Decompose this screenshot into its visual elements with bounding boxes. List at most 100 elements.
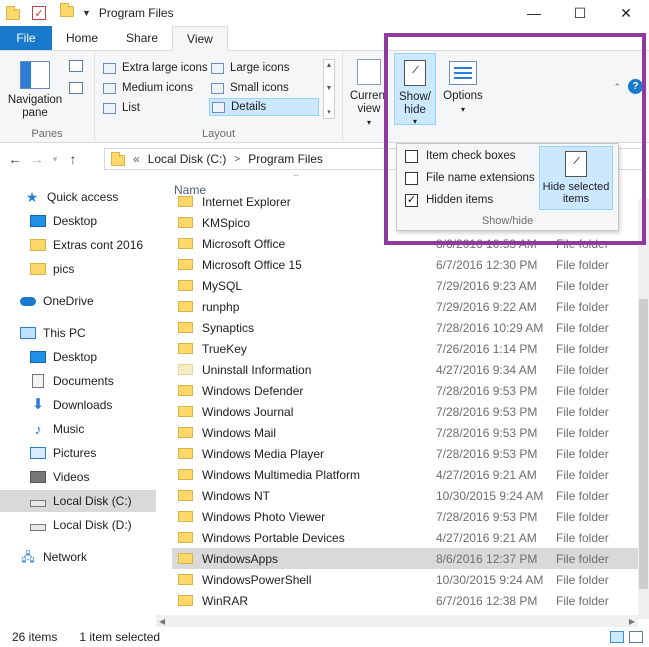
show-hide-group-label: Show/hide — [481, 215, 534, 227]
sidebar-item-extras-cont-2016[interactable]: Extras cont 2016 — [0, 234, 156, 256]
table-row[interactable]: WindowsPowerShell 10/30/2015 9:24 AM File … — [172, 569, 639, 590]
table-row[interactable]: runphp 7/29/2016 9:22 AM File folder — [172, 296, 639, 317]
table-row[interactable]: Windows Multimedia Platform 4/27/2016 9:2… — [172, 464, 639, 485]
table-row[interactable]: Synaptics 7/28/2016 10:29 AM File folder — [172, 317, 639, 338]
address-overflow-icon[interactable]: « — [133, 152, 140, 166]
table-row[interactable]: Windows Defender 7/28/2016 9:53 PM File fo… — [172, 380, 639, 401]
folder-icon — [178, 490, 193, 501]
properties-check-icon[interactable]: ✓ — [32, 6, 46, 20]
file-name: Microsoft Office — [202, 236, 286, 251]
sidebar-item-downloads[interactable]: ⬇ Downloads — [0, 394, 156, 416]
sidebar-item-videos[interactable]: Videos — [0, 466, 156, 488]
customize-toolbar-chevron-icon[interactable]: ▼ — [82, 8, 91, 18]
forward-arrow-icon[interactable]: → — [26, 151, 48, 167]
sidebar-item-local-disk-c[interactable]: Local Disk (C:) — [0, 490, 156, 512]
hidden-items-checkbox[interactable]: ✓ — [405, 193, 418, 207]
navigation-pane-button[interactable]: Navigation pane — [4, 61, 66, 120]
sidebar-item-desktop-quick[interactable]: Desktop — [0, 210, 156, 232]
maximize-button[interactable]: ☐ — [557, 0, 603, 26]
item-check-boxes-checkbox[interactable] — [405, 149, 418, 163]
file-date-modified: 10/30/2015 9:24 AM — [436, 572, 544, 587]
options-button[interactable]: Options ▾ — [440, 61, 486, 116]
file-name-extensions-checkbox[interactable] — [405, 171, 418, 185]
scroll-left-icon[interactable]: ◀ — [159, 617, 165, 626]
sidebar-item-this-pc[interactable]: This PC — [0, 322, 156, 344]
tab-view[interactable]: View — [172, 26, 228, 51]
ribbon: Navigation pane Panes Extra large icons … — [0, 51, 649, 143]
show-hide-dropdown: Item check boxes File name extensions ✓ … — [396, 143, 619, 231]
details-view-icon[interactable] — [610, 631, 624, 643]
breadcrumb-separator-icon[interactable]: > — [234, 154, 240, 165]
expand-icon[interactable]: ▾ — [327, 108, 331, 116]
breadcrumb-program-files[interactable]: Program Files — [248, 152, 323, 166]
current-view-label: Current view — [349, 90, 389, 115]
recent-locations-chevron-icon[interactable]: ▾ — [48, 154, 62, 165]
sidebar-item-quick-access[interactable]: ★ Quick access — [0, 186, 156, 208]
file-name: MySQL — [202, 278, 243, 293]
table-row[interactable]: WinRAR 6/7/2016 12:38 PM File folder — [172, 590, 639, 611]
file-name-extensions-option[interactable]: File name extensions — [405, 169, 535, 187]
scroll-down-icon[interactable]: ▼ — [326, 85, 333, 92]
item-check-boxes-option[interactable]: Item check boxes — [405, 147, 515, 165]
sort-ascending-icon: ⌃ — [292, 175, 301, 184]
panes-group: Navigation pane Panes — [0, 51, 95, 143]
tab-home[interactable]: Home — [52, 26, 112, 50]
file-date-modified: 4/27/2016 9:21 AM — [436, 467, 537, 482]
tab-file[interactable]: File — [0, 26, 52, 50]
options-label: Options — [443, 90, 483, 102]
folder-icon — [178, 196, 193, 207]
up-arrow-icon[interactable]: ↑ — [62, 151, 84, 167]
table-row[interactable]: MySQL 7/29/2016 9:23 AM File folder — [172, 275, 639, 296]
help-icon[interactable]: ? — [628, 79, 643, 94]
table-row[interactable]: Microsoft Office 15 6/7/2016 12:30 PM File… — [172, 254, 639, 275]
tab-share[interactable]: Share — [112, 26, 172, 50]
table-row[interactable]: Windows Media Player 7/28/2016 9:53 PM Fil… — [172, 443, 639, 464]
layout-large-icons[interactable]: Large icons — [211, 59, 319, 77]
horizontal-scrollbar[interactable]: ◀ ▶ — [156, 615, 638, 627]
back-arrow-icon[interactable]: ← — [4, 151, 26, 167]
show-hide-button[interactable]: Show/ hide ▾ — [394, 53, 436, 126]
table-row[interactable]: Windows Mail 7/28/2016 9:53 PM File folder — [172, 422, 639, 443]
sidebar-item-pics[interactable]: pics — [0, 258, 156, 280]
sidebar-item-network[interactable]: 🖧 Network — [0, 546, 156, 568]
panes-group-label: Panes — [31, 128, 63, 140]
new-folder-icon[interactable] — [60, 3, 74, 20]
details-pane-icon[interactable] — [69, 82, 83, 94]
layout-list[interactable]: List — [103, 99, 211, 117]
table-row[interactable]: TrueKey 7/26/2016 1:14 PM File folder — [172, 338, 639, 359]
scroll-right-icon[interactable]: ▶ — [629, 617, 635, 626]
layout-scroll[interactable]: ▲ ▼ ▾ — [323, 59, 335, 119]
sidebar-item-onedrive[interactable]: OneDrive — [0, 290, 156, 312]
preview-pane-icon[interactable] — [69, 60, 83, 72]
hide-selected-items-button[interactable]: Hide selected items — [539, 146, 613, 210]
table-row[interactable]: Windows Portable Devices 4/27/2016 9:21 A… — [172, 527, 639, 548]
table-row[interactable]: Windows Photo Viewer 7/28/2016 9:53 PM Fil… — [172, 506, 639, 527]
medium-icons-icon — [103, 82, 116, 94]
layout-details[interactable]: Details — [209, 98, 319, 116]
sidebar-item-pictures[interactable]: Pictures — [0, 442, 156, 464]
sidebar-item-documents[interactable]: Documents — [0, 370, 156, 392]
large-icons-view-icon[interactable] — [629, 631, 643, 643]
show-hide-label: Show/ hide — [399, 91, 431, 116]
table-row[interactable]: Microsoft Office 8/6/2016 10:53 AM File fo… — [172, 233, 639, 254]
table-row[interactable]: WindowsApps 8/6/2016 12:37 PM File folder — [172, 548, 639, 569]
ribbon-collapse-icon[interactable]: ⌃ — [613, 82, 621, 93]
current-view-button[interactable]: Current view ▾ — [348, 59, 390, 129]
layout-extra-large-icons[interactable]: Extra large icons — [103, 59, 211, 77]
breadcrumb-local-disk[interactable]: Local Disk (C:) — [148, 152, 227, 166]
vertical-scrollbar[interactable] — [638, 199, 649, 619]
scrollbar-thumb[interactable] — [639, 299, 648, 589]
close-button[interactable]: ✕ — [603, 0, 649, 26]
table-row[interactable]: Uninstall Information 4/27/2016 9:34 AM Fi… — [172, 359, 639, 380]
layout-medium-icons[interactable]: Medium icons — [103, 79, 211, 97]
sidebar-item-music[interactable]: ♪ Music — [0, 418, 156, 440]
scroll-up-icon[interactable]: ▲ — [326, 62, 333, 69]
minimize-button[interactable]: — — [511, 0, 557, 26]
sidebar-item-desktop[interactable]: Desktop — [0, 346, 156, 368]
table-row[interactable]: Windows NT 10/30/2015 9:24 AM File folder — [172, 485, 639, 506]
table-row[interactable]: Windows Journal 7/28/2016 9:53 PM File fol… — [172, 401, 639, 422]
window-title: Program Files — [98, 6, 174, 20]
hidden-items-option[interactable]: ✓ Hidden items — [405, 191, 493, 209]
layout-small-icons[interactable]: Small icons — [211, 79, 319, 97]
sidebar-item-local-disk-d[interactable]: Local Disk (D:) — [0, 514, 156, 536]
